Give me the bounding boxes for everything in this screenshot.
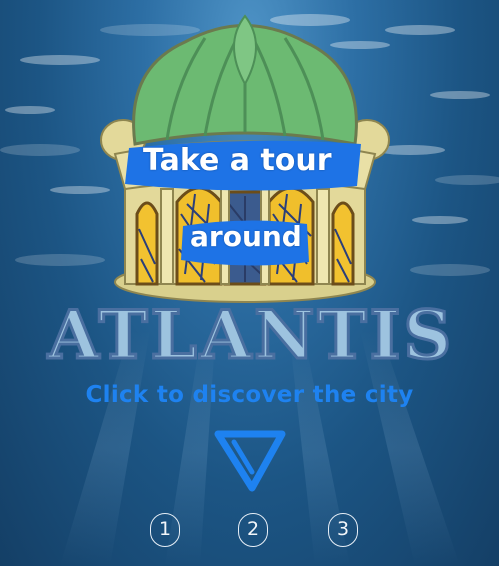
page-button-3[interactable]: 3 bbox=[328, 513, 358, 547]
discover-city-link[interactable]: Click to discover the city bbox=[0, 382, 499, 408]
page-button-2[interactable]: 2 bbox=[238, 513, 268, 547]
atlantis-title-text: ATLANTIS bbox=[47, 300, 454, 370]
atlantis-title: ATLANTIS bbox=[45, 300, 454, 370]
page-navigation: 1 2 3 bbox=[0, 513, 499, 551]
page-button-1[interactable]: 1 bbox=[150, 513, 180, 547]
hero-title-line-2: around bbox=[190, 220, 302, 253]
down-triangle-icon[interactable] bbox=[214, 430, 286, 492]
hero-title-line-1: Take a tour bbox=[143, 143, 332, 178]
